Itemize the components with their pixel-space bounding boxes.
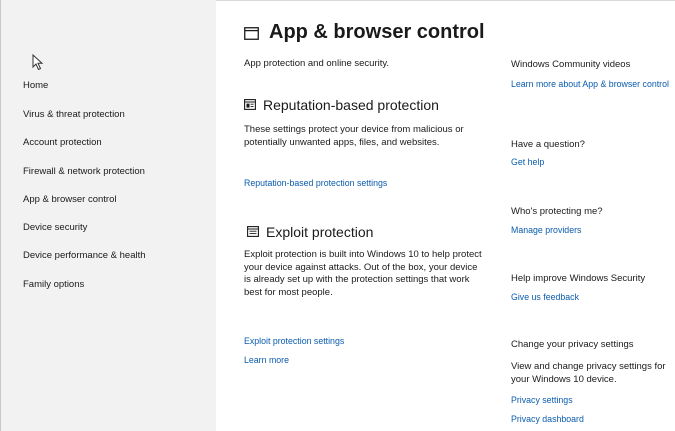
sidebar-item-account-protection[interactable]: Account protection (23, 137, 102, 148)
exploit-section-description: Exploit protection is built into Windows… (244, 249, 482, 298)
privacy-settings-heading: Change your privacy settings (511, 339, 634, 350)
reputation-section-description: These settings protect your device from … (244, 124, 464, 148)
community-videos-link[interactable]: Learn more about App & browser control (511, 79, 671, 91)
whos-protecting-heading: Who's protecting me? (511, 206, 603, 217)
have-a-question-heading: Have a question? (511, 139, 585, 150)
privacy-dashboard-link[interactable]: Privacy dashboard (511, 414, 584, 426)
exploit-protection-icon (247, 226, 259, 237)
exploit-section-title: Exploit protection (266, 224, 374, 240)
reputation-protection-icon (244, 99, 256, 110)
sidebar-item-firewall-network-protection[interactable]: Firewall & network protection (23, 166, 145, 177)
help-improve-heading: Help improve Windows Security (511, 273, 646, 284)
sidebar-item-device-performance-health[interactable]: Device performance & health (23, 250, 146, 261)
sidebar-item-family-options[interactable]: Family options (23, 279, 84, 290)
sidebar-item-app-browser-control[interactable]: App & browser control (23, 194, 116, 205)
give-feedback-link[interactable]: Give us feedback (511, 292, 579, 304)
page-title: App & browser control (269, 21, 485, 43)
community-videos-heading: Windows Community videos (511, 59, 631, 70)
reputation-section-title: Reputation-based protection (263, 97, 439, 113)
app-browser-window-icon (244, 27, 259, 40)
sidebar-item-virus-threat-protection[interactable]: Virus & threat protection (23, 109, 125, 120)
mouse-pointer-icon (32, 54, 44, 71)
privacy-settings-description: View and change privacy settings for you… (511, 361, 666, 385)
exploit-settings-link[interactable]: Exploit protection settings (244, 336, 344, 346)
sidebar-item-home[interactable]: Home (23, 80, 48, 91)
sidebar: Home Virus & threat protection Account p… (0, 0, 216, 431)
sidebar-item-device-security[interactable]: Device security (23, 222, 87, 233)
page-subtitle: App protection and online security. (244, 58, 390, 69)
get-help-link[interactable]: Get help (511, 157, 544, 169)
privacy-settings-link[interactable]: Privacy settings (511, 395, 573, 407)
reputation-settings-link[interactable]: Reputation-based protection settings (244, 178, 387, 188)
main-content: App & browser control App protection and… (216, 0, 675, 431)
manage-providers-link[interactable]: Manage providers (511, 225, 581, 237)
learn-more-link[interactable]: Learn more (244, 355, 289, 365)
